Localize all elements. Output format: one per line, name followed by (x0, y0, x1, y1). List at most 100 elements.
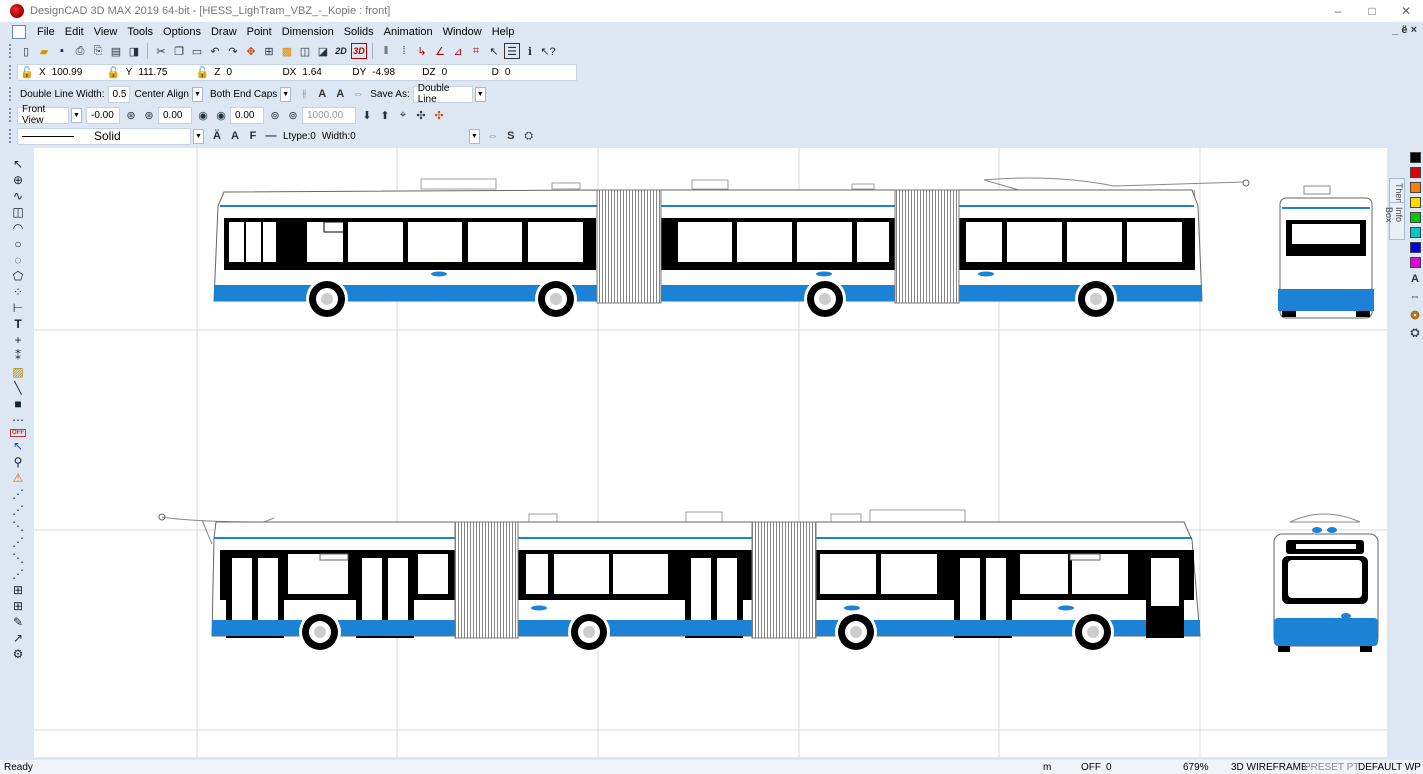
style-s-icon[interactable]: S (503, 128, 519, 144)
snap-tool-icon-6[interactable]: ⋰ (10, 567, 26, 581)
rotate-icon-1[interactable]: ⊛ (123, 107, 139, 123)
point-icon[interactable]: + (10, 333, 26, 347)
fill-icon[interactable]: ■ (10, 397, 26, 411)
select-point-icon[interactable]: ↖ (10, 439, 26, 453)
angle-snap-icon[interactable]: ⊿ (450, 43, 466, 59)
font-icon[interactable]: Ä (209, 128, 225, 144)
status-mode[interactable]: 3D WIREFRAME (1231, 762, 1308, 773)
color-wheel-icon[interactable]: ❂ (1408, 308, 1422, 322)
status-snap[interactable]: OFF (1081, 762, 1101, 773)
print-icon[interactable]: ⎙ (72, 43, 88, 59)
paste-icon[interactable]: ▭ (189, 43, 205, 59)
move-icon[interactable]: ✥ (243, 43, 259, 59)
color-swatch-yellow[interactable] (1409, 197, 1421, 208)
rotate-icon-2[interactable]: ⊛ (141, 107, 157, 123)
route-icon[interactable]: ↗ (10, 631, 26, 645)
dimension-icon[interactable]: ⊢ (10, 301, 26, 315)
z-value[interactable]: 0 (223, 67, 279, 78)
grid-icon[interactable]: ⁞ (396, 43, 412, 59)
bus-side-view-left[interactable] (158, 509, 1201, 653)
properties-icon[interactable]: ◨ (126, 43, 142, 59)
color-swatch-black[interactable] (1409, 152, 1421, 163)
text-tool-icon[interactable]: T (10, 317, 26, 331)
color-swatch-blue[interactable] (1409, 242, 1421, 253)
cut-icon[interactable]: ✂ (153, 43, 169, 59)
view-icon-2[interactable]: ◫ (297, 43, 313, 59)
snap-tool-icon-4[interactable]: ⋰ (10, 535, 26, 549)
view-select[interactable]: Front View (17, 104, 69, 126)
dot-grid-icon[interactable]: ⁘ (10, 285, 26, 299)
pause-icon[interactable]: ‖ (378, 43, 394, 59)
grid-tool-icon-2[interactable]: ⊞ (10, 599, 26, 613)
style-manager-icon[interactable]: ⛭ (521, 128, 537, 144)
font-size-icon[interactable]: A (227, 128, 243, 144)
open-folder-icon[interactable]: ▰ (36, 43, 52, 59)
circle-icon[interactable]: ○ (10, 237, 26, 251)
status-snap-value[interactable]: 0 (1106, 762, 1112, 773)
view-dropdown-icon[interactable]: ▼ (71, 107, 82, 123)
view-value-1[interactable]: -0.00 (86, 106, 120, 124)
grid-tool-icon-1[interactable]: ⊞ (10, 583, 26, 597)
help-pointer-icon[interactable]: ↖? (540, 43, 556, 59)
view-icon-1[interactable]: ▩ (279, 43, 295, 59)
save-icon[interactable]: ▪ (54, 43, 70, 59)
gear-tool-icon[interactable]: ⚙ (10, 647, 26, 661)
menu-point[interactable]: Point (242, 26, 277, 38)
menu-window[interactable]: Window (438, 26, 487, 38)
polygon-icon[interactable]: ⬠ (10, 269, 26, 283)
link-icon[interactable]: ⇔ (350, 86, 366, 102)
arc-icon[interactable]: ◠ (10, 221, 26, 235)
align-dropdown-icon[interactable]: ▼ (191, 86, 203, 102)
link-style-icon[interactable]: ⇔ (485, 128, 501, 144)
link-color-icon[interactable]: ⇔ (1408, 290, 1422, 304)
info-icon[interactable]: ℹ (522, 43, 538, 59)
color-swatch-magenta[interactable] (1409, 257, 1421, 268)
status-zoom[interactable]: 679% (1183, 762, 1209, 773)
x-value[interactable]: 100.99 (49, 67, 105, 78)
lock-z-icon[interactable]: 🔓 (194, 64, 210, 80)
toolbar-grip[interactable] (9, 108, 15, 122)
save-as-dropdown-icon[interactable]: ▼ (474, 86, 486, 102)
arrow-up-icon[interactable]: ⬆ (377, 107, 393, 123)
line-style-dropdown-icon[interactable]: ▼ (193, 128, 204, 144)
lock-y-icon[interactable]: 🔓 (106, 64, 122, 80)
pick-icon[interactable]: ⚲ (10, 455, 26, 469)
parallel-icon[interactable]: ⫲ (296, 86, 312, 102)
dy-value[interactable]: -4.98 (369, 67, 419, 78)
ellipse-icon[interactable]: ◌ (10, 253, 26, 267)
d-value[interactable]: 0 (502, 67, 514, 78)
bus-rear-view[interactable] (1278, 185, 1374, 319)
mdi-controls[interactable]: _ ё × (1392, 24, 1417, 36)
select-arrow-icon[interactable]: ↖ (10, 157, 26, 171)
move-view-icon[interactable]: ✣ (413, 107, 429, 123)
snap-tool-icon-3[interactable]: ⋱ (10, 519, 26, 533)
view-icon-3[interactable]: ◪ (315, 43, 331, 59)
snap-tool-icon-2[interactable]: ⋰ (10, 503, 26, 517)
app-icon[interactable] (10, 4, 24, 18)
menu-view[interactable]: View (89, 26, 123, 38)
bus-front-view[interactable] (1273, 513, 1379, 652)
status-preset[interactable]: PRESET PT (1304, 762, 1359, 773)
menu-help[interactable]: Help (487, 26, 520, 38)
color-swatch-cyan[interactable] (1409, 227, 1421, 238)
caps-select[interactable]: Both End Caps (207, 89, 280, 100)
eye-icon-1[interactable]: ⊚ (267, 107, 283, 123)
dx-value[interactable]: 1.64 (299, 67, 349, 78)
move-view-red-icon[interactable]: ✣ (431, 107, 447, 123)
lock-x-icon[interactable]: 🔓 (19, 64, 35, 80)
off-icon[interactable]: OFF (10, 429, 26, 437)
restore-button[interactable]: □ (1355, 0, 1389, 22)
toolbar-grip[interactable] (9, 65, 15, 79)
zoom-window-icon[interactable]: ⊞ (261, 43, 277, 59)
align-select[interactable]: Center Align (132, 89, 192, 100)
line-icon[interactable]: — (263, 128, 279, 144)
bus-side-view-right[interactable] (213, 177, 1250, 320)
width-dropdown-icon[interactable]: ▼ (468, 128, 480, 144)
camera-move-icon[interactable]: ⌖ (395, 107, 411, 123)
text-size-up-icon[interactable]: A (314, 86, 330, 102)
arrow-down-icon[interactable]: ⬇ (359, 107, 375, 123)
double-line-width-input[interactable]: 0.5 (107, 85, 130, 103)
status-unit[interactable]: m (1043, 762, 1051, 773)
print-preview-icon[interactable]: ⎘ (90, 43, 106, 59)
status-wp[interactable]: DEFAULT WP (1358, 762, 1421, 773)
